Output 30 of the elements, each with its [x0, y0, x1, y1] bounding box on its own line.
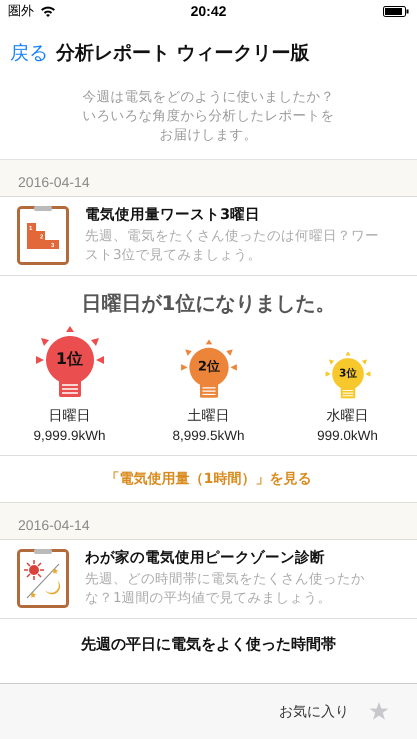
usage-value: 8,999.5kWh	[172, 428, 245, 443]
date-header: 2016-04-14	[0, 503, 417, 540]
wifi-icon	[40, 5, 56, 17]
battery-icon	[383, 6, 409, 16]
favorite-label: お気に入り	[279, 702, 349, 720]
result-headline: 先週の平日に電気をよく使った時間帯	[81, 635, 336, 654]
report-description: 先週、電気をたくさん使ったのは何曜日？ワースト3位で見てみましょう。	[85, 227, 380, 265]
date-header: 2016-04-14	[0, 160, 417, 197]
rank-label: 3位	[338, 366, 358, 381]
report-description: 先週、どの時間帯に電気をたくさん使ったかな？1週間の平均値で見てみましょう。	[85, 570, 366, 608]
sun-moon-icon	[17, 548, 69, 608]
result-headline: 日曜日が1位になりました。	[82, 290, 336, 317]
day-label: 日曜日	[48, 407, 90, 425]
day-label: 水曜日	[326, 407, 368, 425]
clock-time: 20:42	[190, 3, 226, 19]
report-title: わが家の電気使用ピークゾーン診断	[85, 548, 326, 567]
rank-label: 1位	[54, 349, 84, 370]
intro-text: 今週は電気をどのように使いましたか？	[82, 88, 334, 107]
carrier-label: 圏外	[8, 3, 34, 20]
day-label: 土曜日	[188, 407, 230, 425]
usage-value: 9,999.9kWh	[33, 428, 106, 443]
usage-value: 999.0kWh	[317, 428, 378, 443]
intro-text: お届けします。	[160, 126, 258, 145]
back-link[interactable]: 戻る	[10, 40, 48, 66]
star-icon[interactable]	[369, 702, 389, 721]
intro-text: いろいろな角度から分析したレポートを	[82, 107, 334, 126]
page-title: 分析レポート ウィークリー版	[56, 41, 310, 66]
report-item[interactable]: わが家の電気使用ピークゾーン診断 先週、どの時間帯に電気をたくさん使ったかな？1週間の平均値で見てみましょう。	[0, 540, 417, 619]
rank-label: 2位	[196, 358, 221, 376]
report-title: 電気使用量ワースト3曜日	[85, 206, 262, 224]
